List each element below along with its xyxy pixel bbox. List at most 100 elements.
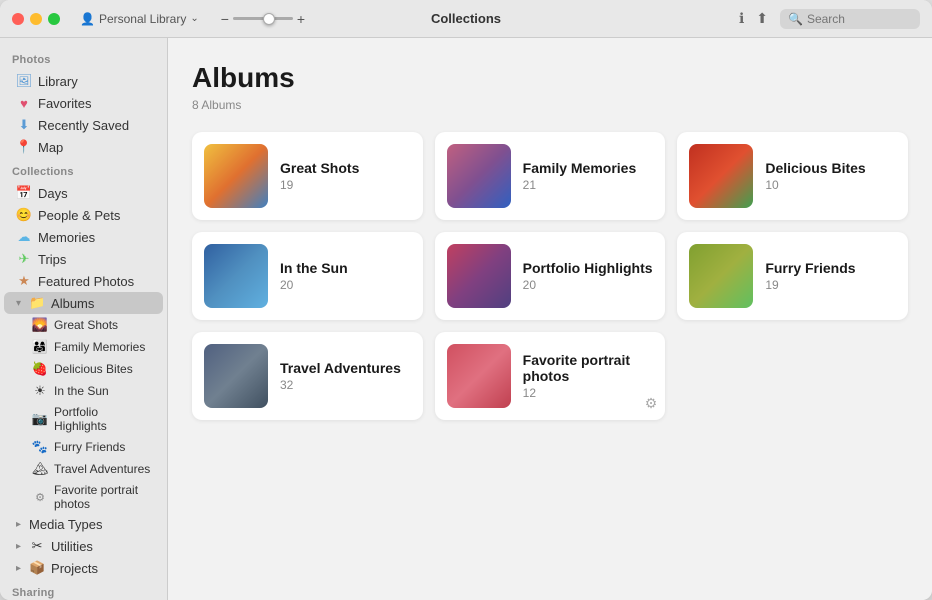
in-the-sun-sub-icon: ☀ xyxy=(32,383,48,399)
sidebar-sub-family-memories[interactable]: 👨‍👩‍👧 Family Memories xyxy=(4,336,163,358)
sidebar-sub-portfolio[interactable]: 📷 Portfolio Highlights xyxy=(4,402,163,436)
sidebar-item-label: Great Shots xyxy=(54,318,118,332)
album-card-in-the-sun[interactable]: In the Sun 20 xyxy=(192,232,423,320)
album-card-portfolio[interactable]: Portfolio Highlights 20 xyxy=(435,232,666,320)
album-count: 19 xyxy=(765,278,896,292)
album-thumb-furry xyxy=(689,244,753,308)
info-icon[interactable]: ℹ xyxy=(739,10,744,27)
app-window: 👤 Personal Library ⌄ − + Collections ℹ ⬆… xyxy=(0,0,932,600)
travel-sub-icon: 🏔 xyxy=(32,461,48,477)
sidebar-item-favorites[interactable]: ♥ Favorites xyxy=(4,92,163,114)
slider-thumb[interactable] xyxy=(263,13,275,25)
album-count: 32 xyxy=(280,378,411,392)
sidebar-item-memories[interactable]: ☁ Memories xyxy=(4,226,163,248)
sidebar-item-media-types[interactable]: ▸ Media Types xyxy=(4,514,163,535)
album-card-family-memories[interactable]: Family Memories 21 xyxy=(435,132,666,220)
sidebar-item-label: Portfolio Highlights xyxy=(54,405,151,433)
album-info-great-shots: Great Shots 19 xyxy=(280,160,411,192)
map-icon: 📍 xyxy=(16,139,32,155)
smart-album-gear-icon: ⚙ xyxy=(645,395,658,412)
sidebar-sub-delicious-bites[interactable]: 🍓 Delicious Bites xyxy=(4,358,163,380)
sidebar-item-label: Albums xyxy=(51,296,94,311)
sidebar-item-label: Favorites xyxy=(38,96,91,111)
sidebar-item-projects[interactable]: ▸ 📦 Projects xyxy=(4,557,163,579)
utilities-chevron-icon: ▸ xyxy=(16,541,21,552)
sidebar-item-label: Utilities xyxy=(51,539,93,554)
album-thumb-great-shots xyxy=(204,144,268,208)
zoom-minus[interactable]: − xyxy=(221,11,229,27)
album-thumb-portrait xyxy=(447,344,511,408)
album-info-sun: In the Sun 20 xyxy=(280,260,411,292)
maximize-button[interactable] xyxy=(48,13,60,25)
album-card-furry-friends[interactable]: Furry Friends 19 xyxy=(677,232,908,320)
library-picker[interactable]: 👤 Personal Library ⌄ xyxy=(80,12,199,26)
sidebar-item-label: Days xyxy=(38,186,68,201)
albums-chevron-icon: ▾ xyxy=(16,298,21,309)
album-name: Great Shots xyxy=(280,160,411,176)
album-name: In the Sun xyxy=(280,260,411,276)
album-card-delicious-bites[interactable]: Delicious Bites 10 xyxy=(677,132,908,220)
sidebar-item-library[interactable]: 🖼 Library xyxy=(4,70,163,92)
search-box[interactable]: 🔍 xyxy=(780,9,920,29)
photos-section-label: Photos xyxy=(0,46,167,70)
chevron-icon: ⌄ xyxy=(190,13,198,24)
sidebar-sub-great-shots[interactable]: 🌄 Great Shots xyxy=(4,314,163,336)
sidebar-item-trips[interactable]: ✈ Trips xyxy=(4,248,163,270)
titlebar-right: ℹ ⬆ 🔍 xyxy=(739,9,920,29)
album-name: Favorite portrait photos xyxy=(523,352,654,384)
sidebar-item-utilities[interactable]: ▸ ✂ Utilities xyxy=(4,535,163,557)
utilities-icon: ✂ xyxy=(29,538,45,554)
window-title: Collections xyxy=(431,11,501,26)
album-card-portrait[interactable]: Favorite portrait photos 12 ⚙ xyxy=(435,332,666,420)
sidebar-item-recently-saved[interactable]: ⬇ Recently Saved xyxy=(4,114,163,136)
close-button[interactable] xyxy=(12,13,24,25)
sidebar-sub-in-the-sun[interactable]: ☀ In the Sun xyxy=(4,380,163,402)
trips-icon: ✈ xyxy=(16,251,32,267)
media-types-chevron-icon: ▸ xyxy=(16,519,21,530)
album-name: Portfolio Highlights xyxy=(523,260,654,276)
sidebar-item-featured-photos[interactable]: ★ Featured Photos xyxy=(4,270,163,292)
sidebar-sub-travel[interactable]: 🏔 Travel Adventures xyxy=(4,458,163,480)
sidebar-item-label: Recently Saved xyxy=(38,118,129,133)
sidebar-item-label: Library xyxy=(38,74,78,89)
share-icon[interactable]: ⬆ xyxy=(756,10,768,27)
great-shots-sub-icon: 🌄 xyxy=(32,317,48,333)
sidebar-item-label: In the Sun xyxy=(54,384,109,398)
page-title: Albums xyxy=(192,62,908,94)
album-info-family: Family Memories 21 xyxy=(523,160,654,192)
album-info-portrait: Favorite portrait photos 12 xyxy=(523,352,654,400)
traffic-lights xyxy=(12,13,60,25)
portrait-sub-icon: ⚙ xyxy=(32,489,48,505)
people-pets-icon: 😊 xyxy=(16,207,32,223)
search-input[interactable] xyxy=(807,12,912,26)
zoom-plus[interactable]: + xyxy=(297,11,305,27)
sidebar-item-label: Delicious Bites xyxy=(54,362,133,376)
album-count: 10 xyxy=(765,178,896,192)
album-card-travel[interactable]: Travel Adventures 32 xyxy=(192,332,423,420)
album-card-great-shots[interactable]: Great Shots 19 xyxy=(192,132,423,220)
albums-icon: 📁 xyxy=(29,295,45,311)
sidebar-item-albums[interactable]: ▾ 📁 Albums xyxy=(4,292,163,314)
sidebar-item-map[interactable]: 📍 Map xyxy=(4,136,163,158)
slider-track[interactable] xyxy=(233,17,293,20)
sidebar-item-label: Trips xyxy=(38,252,66,267)
sidebar-sub-furry-friends[interactable]: 🐾 Furry Friends xyxy=(4,436,163,458)
memories-icon: ☁ xyxy=(16,229,32,245)
recently-saved-icon: ⬇ xyxy=(16,117,32,133)
sidebar-item-people-pets[interactable]: 😊 People & Pets xyxy=(4,204,163,226)
album-thumb-delicious xyxy=(689,144,753,208)
sidebar-item-label: Featured Photos xyxy=(38,274,134,289)
zoom-slider[interactable]: − + xyxy=(221,11,305,27)
sidebar: Photos 🖼 Library ♥ Favorites ⬇ Recently … xyxy=(0,38,168,600)
album-info-furry: Furry Friends 19 xyxy=(765,260,896,292)
content-area: Albums 8 Albums Great Shots 19 Family Me… xyxy=(168,38,932,600)
titlebar: 👤 Personal Library ⌄ − + Collections ℹ ⬆… xyxy=(0,0,932,38)
album-info-delicious: Delicious Bites 10 xyxy=(765,160,896,192)
album-thumb-family xyxy=(447,144,511,208)
minimize-button[interactable] xyxy=(30,13,42,25)
sidebar-item-days[interactable]: 📅 Days xyxy=(4,182,163,204)
sidebar-sub-portrait[interactable]: ⚙ Favorite portrait photos xyxy=(4,480,163,514)
album-thumb-portfolio xyxy=(447,244,511,308)
sidebar-item-label: Projects xyxy=(51,561,98,576)
sharing-section-label: Sharing xyxy=(0,579,167,600)
